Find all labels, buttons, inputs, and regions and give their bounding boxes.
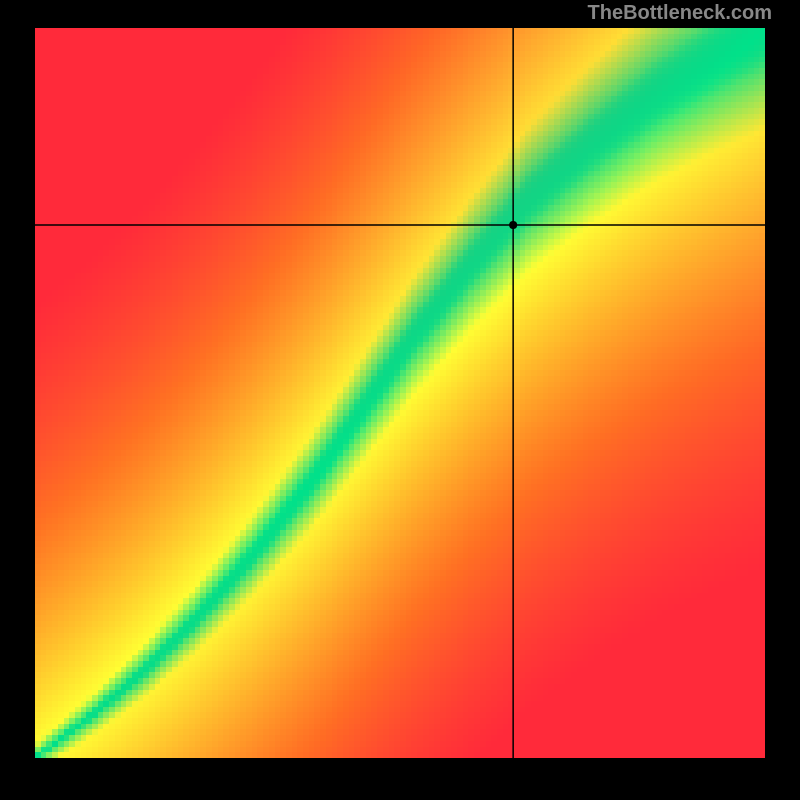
bottleneck-heatmap: [35, 28, 765, 758]
attribution-text: TheBottleneck.com: [588, 2, 772, 25]
